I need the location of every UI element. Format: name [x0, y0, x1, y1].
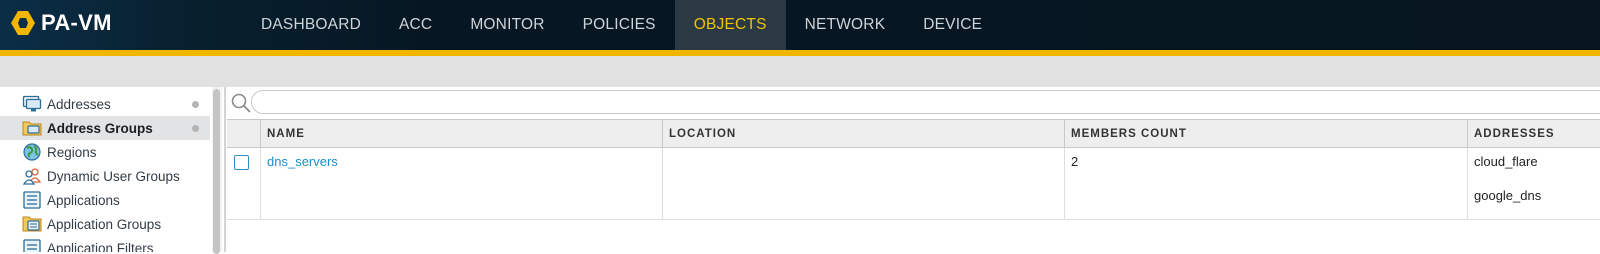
panel-divider[interactable]	[224, 87, 226, 252]
sidebar-item-label: Application Groups	[47, 216, 162, 232]
tab-monitor[interactable]: MONITOR	[451, 0, 563, 50]
main-nav: DASHBOARD ACC MONITOR POLICIES OBJECTS N…	[242, 0, 1001, 50]
status-dot	[192, 101, 199, 108]
sidebar-item-label: Applications	[47, 192, 120, 208]
tab-dashboard[interactable]: DASHBOARD	[242, 0, 380, 50]
globe-icon	[22, 142, 42, 162]
address-icon	[22, 94, 42, 114]
sidebar-item-regions[interactable]: Regions	[0, 140, 210, 164]
name-cell: dns_servers	[260, 148, 662, 219]
sidebar-item-application-groups[interactable]: Application Groups	[0, 212, 210, 236]
tab-policies[interactable]: POLICIES	[564, 0, 675, 50]
members-count-cell: 2	[1064, 148, 1467, 219]
sidebar-item-label: Regions	[47, 144, 97, 160]
sidebar-item-label: Addresses	[47, 96, 111, 112]
table-header: NAME LOCATION MEMBERS COUNT ADDRESSES	[227, 119, 1600, 149]
sidebar-item-address-groups[interactable]: Address Groups	[0, 116, 210, 140]
search-icon	[231, 93, 251, 113]
application-group-icon	[22, 214, 42, 234]
users-icon	[22, 166, 42, 186]
search-input[interactable]	[251, 90, 1600, 114]
sidebar-item-label: Dynamic User Groups	[47, 168, 180, 184]
sidebar-item-label: Application Filters	[47, 240, 154, 253]
app-name: PA-VM	[41, 10, 112, 35]
sidebar-item-label: Address Groups	[47, 120, 153, 136]
address-group-icon	[22, 118, 42, 138]
status-dot	[192, 125, 199, 132]
group-name-link[interactable]: dns_servers	[267, 154, 338, 169]
toolbar-strip	[0, 56, 1600, 87]
sidebar-scrollbar[interactable]	[212, 87, 222, 254]
tab-device[interactable]: DEVICE	[904, 0, 1001, 50]
scrollbar-thumb[interactable]	[213, 89, 220, 254]
column-header-addresses[interactable]: ADDRESSES	[1467, 120, 1600, 149]
address-entry: cloud_flare	[1474, 154, 1538, 169]
sidebar-item-applications[interactable]: Applications	[0, 188, 210, 212]
application-icon	[22, 190, 42, 210]
row-checkbox[interactable]	[234, 155, 249, 170]
filter-bar	[227, 88, 1600, 118]
row-select-cell	[227, 148, 260, 219]
sidebar-item-addresses[interactable]: Addresses	[0, 92, 210, 116]
location-cell	[662, 148, 1064, 219]
logo: PA-VM	[10, 8, 112, 38]
column-header-location[interactable]: LOCATION	[662, 120, 1064, 149]
sidebar: Addresses Address Groups Regions Dynamic…	[0, 87, 210, 252]
tab-acc[interactable]: ACC	[380, 0, 451, 50]
addresses-cell: cloud_flare google_dns	[1467, 148, 1600, 219]
tab-network[interactable]: NETWORK	[786, 0, 905, 50]
logo-icon	[11, 11, 35, 35]
select-all-column	[227, 120, 260, 149]
column-header-members-count[interactable]: MEMBERS COUNT	[1064, 120, 1467, 149]
tab-objects[interactable]: OBJECTS	[674, 0, 786, 50]
table-row[interactable]: dns_servers 2 cloud_flare google_dns	[227, 148, 1600, 220]
top-bar: PA-VM DASHBOARD ACC MONITOR POLICIES OBJ…	[0, 0, 1600, 50]
application-filter-icon	[22, 238, 42, 252]
address-entry: google_dns	[1474, 188, 1542, 203]
sidebar-item-application-filters[interactable]: Application Filters	[0, 236, 210, 252]
column-header-name[interactable]: NAME	[260, 120, 662, 149]
sidebar-item-dynamic-user-groups[interactable]: Dynamic User Groups	[0, 164, 210, 188]
